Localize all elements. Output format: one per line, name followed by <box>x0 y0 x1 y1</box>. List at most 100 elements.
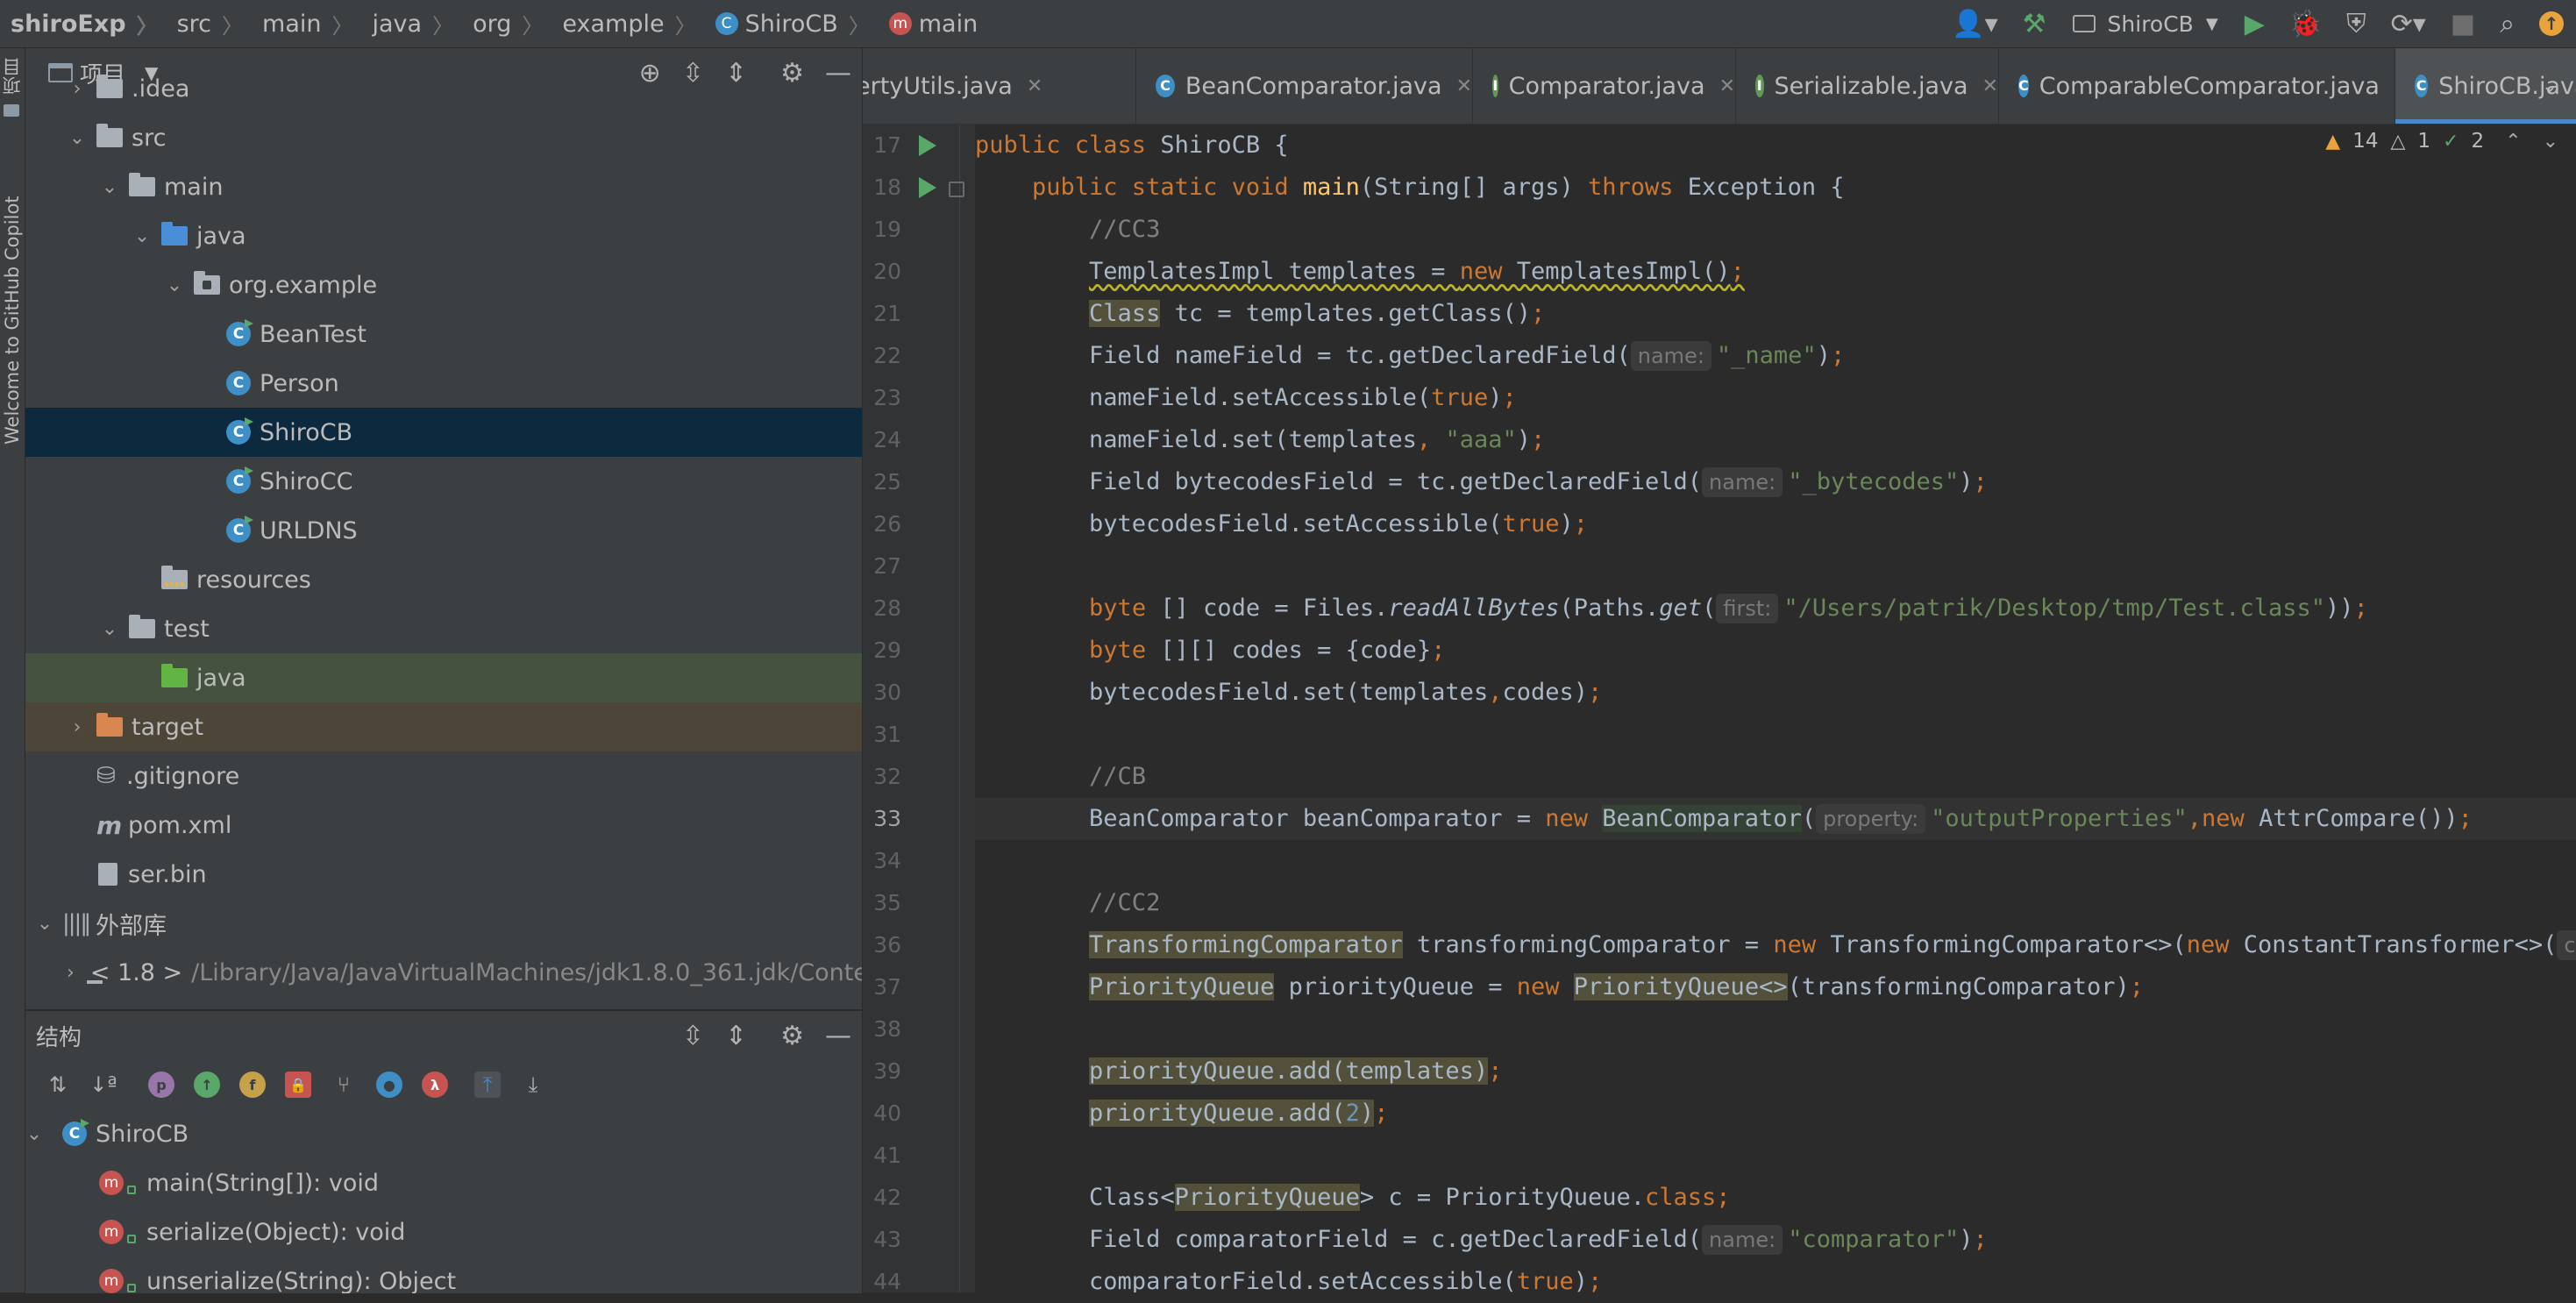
tree-item[interactable]: ›resources <box>25 555 862 604</box>
show-inherited-icon[interactable]: ↑ <box>194 1072 220 1098</box>
lambda-icon[interactable]: λ <box>422 1072 448 1098</box>
tree-item[interactable]: › < 1.8 > /Library/Java/JavaVirtualMachine… <box>25 948 862 997</box>
code-token: new <box>1773 931 1831 958</box>
sort-by-type-icon[interactable]: ⇅ <box>45 1072 71 1098</box>
show-non-public-icon[interactable]: 🔒 <box>285 1072 311 1098</box>
tree-item[interactable]: › target <box>25 702 862 751</box>
tree-item[interactable]: ›java <box>25 653 862 702</box>
show-fields-icon[interactable]: f <box>239 1072 266 1098</box>
run-configuration-select[interactable]: ShiroCB ▼ <box>2059 11 2232 37</box>
chevron-right-icon[interactable]: › <box>67 78 88 100</box>
code-token: PriorityQueue <box>1089 973 1275 1000</box>
breadcrumb-item[interactable]: example 〉 <box>550 0 702 47</box>
copilot-tool-tab[interactable]: Welcome to GitHub Copilot <box>0 136 25 504</box>
main-toolbar: 👤▾ ⚒ ShiroCB ▼ ▶ 🐞 ⛨ ⟳▾ ■ ⌕ ↑ <box>1939 0 2576 47</box>
stop-icon[interactable]: ■ <box>2438 0 2487 47</box>
minimize-icon[interactable]: — <box>815 1012 862 1059</box>
expand-all-icon[interactable]: ⇳ <box>672 1012 715 1059</box>
structure-member[interactable]: m unserialize(String): Object <box>25 1257 862 1293</box>
run-gutter-icon[interactable] <box>919 135 936 156</box>
editor-tab[interactable]: I Comparator.java ✕ <box>1473 48 1736 124</box>
chevron-down-icon[interactable]: ⌄ <box>164 274 185 296</box>
chevron-down-icon[interactable]: ⌄ <box>2523 48 2576 124</box>
structure-member[interactable]: m serialize(Object): void <box>25 1207 862 1257</box>
structure-member[interactable]: m main(String[]): void <box>25 1158 862 1207</box>
search-icon[interactable]: ⌕ <box>2487 0 2527 47</box>
tree-item[interactable]: ⌄ test <box>25 604 862 653</box>
tree-item[interactable]: ⌄ src <box>25 113 862 162</box>
tree-item[interactable]: ⌄ org.example <box>25 260 862 310</box>
close-icon[interactable]: ✕ <box>1456 75 1472 97</box>
structure-toolbar: ⇳ ⇕ ⚙ — <box>672 1011 862 1060</box>
run-gutter-icon[interactable] <box>919 177 936 198</box>
close-icon[interactable]: ✕ <box>1719 75 1735 97</box>
autoscroll-to-source-icon[interactable]: ⤒ <box>474 1072 501 1098</box>
close-icon[interactable]: ✕ <box>1982 75 1998 97</box>
update-icon[interactable]: ↑ <box>2527 0 2576 47</box>
code-token: ; <box>1588 679 1603 706</box>
coverage-icon[interactable]: ⛨ <box>2334 0 2379 47</box>
chevron-down-icon[interactable]: ⌄ <box>34 913 55 935</box>
warning-icon: ▲ <box>2325 130 2341 153</box>
breadcrumb-item[interactable]: C ShiroCB 〉 <box>703 0 877 47</box>
tree-item[interactable]: ›CShiroCC <box>25 457 862 506</box>
tree-item[interactable]: ›CShiroCB <box>25 408 862 457</box>
breadcrumb-item[interactable]: m main <box>877 0 985 47</box>
build-hammer-icon[interactable]: ⚒ <box>2010 0 2059 47</box>
chevron-down-icon[interactable]: ⌄ <box>132 225 153 247</box>
tree-item[interactable]: › .idea <box>25 64 862 113</box>
tree-item[interactable]: ⌄ java <box>25 211 862 260</box>
code-editor[interactable]: public class ShiroCB { public static voi… <box>975 125 2576 1292</box>
debug-icon[interactable]: 🐞 <box>2277 0 2334 47</box>
close-icon[interactable]: ✕ <box>1027 75 1042 97</box>
tree-item[interactable]: ›CPerson <box>25 359 862 408</box>
chevron-down-icon[interactable]: ⌄ <box>67 127 88 149</box>
tree-item[interactable]: ⌄ |||‖ 外部库 <box>25 899 862 948</box>
show-lambdas-icon[interactable]: ● <box>376 1072 402 1098</box>
tree-item[interactable]: ›mpom.xml <box>25 801 862 850</box>
inspection-widget[interactable]: ▲ 14 △ 1 ✓ 2 ⌃ ⌄ <box>2325 130 2558 153</box>
tree-item[interactable]: ›CBeanTest <box>25 310 862 359</box>
previous-highlight-icon[interactable]: ⌃ <box>2505 131 2521 153</box>
collapse-all-icon[interactable]: ⇕ <box>715 1012 758 1059</box>
tree-item[interactable]: ⌄ main <box>25 162 862 211</box>
chevron-right-icon[interactable]: › <box>67 716 88 738</box>
chevron-right-icon[interactable]: › <box>67 962 75 984</box>
class-icon: C <box>62 1119 89 1146</box>
breadcrumb-item[interactable]: java 〉 <box>360 0 461 47</box>
next-highlight-icon[interactable]: ⌄ <box>2543 131 2558 153</box>
breadcrumb-item[interactable]: main 〉 <box>250 0 359 47</box>
typo-check-icon: ✓ <box>2443 130 2459 153</box>
run-icon[interactable]: ▶ <box>2232 0 2277 47</box>
editor-tab-bar: ertyUtils.java ✕ C BeanComparator.java ✕ I Com… <box>863 48 2576 125</box>
breadcrumb-item[interactable]: shiroExp 〉 <box>0 0 165 47</box>
editor-tab[interactable]: I Serializable.java ✕ <box>1736 48 1999 124</box>
tree-item[interactable]: ›CURLDNS <box>25 506 862 555</box>
code-line: nameField.setAccessible(true); <box>975 377 2576 419</box>
breadcrumb-item[interactable]: src 〉 <box>165 0 250 47</box>
chevron-down-icon[interactable]: ⌄ <box>99 176 120 198</box>
code-token: ) <box>1359 1100 1375 1127</box>
profile-icon[interactable]: ⟳▾ <box>2379 0 2438 47</box>
gear-icon[interactable]: ⚙ <box>770 1012 815 1059</box>
editor-tab[interactable]: ertyUtils.java ✕ <box>863 48 1136 124</box>
user-icon[interactable]: 👤▾ <box>1939 0 2010 47</box>
sort-alphabetically-icon[interactable]: ↓ª <box>89 1072 117 1098</box>
structure-root[interactable]: ⌄ C ShiroCB <box>25 1109 862 1158</box>
autoscroll-from-source-icon[interactable]: ⤓ <box>520 1072 546 1098</box>
fold-icon[interactable] <box>949 182 964 197</box>
breadcrumb-item[interactable]: org 〉 <box>460 0 550 47</box>
chevron-down-icon[interactable]: ⌄ <box>99 618 120 640</box>
show-anonymous-icon[interactable]: ⑂ <box>331 1072 357 1098</box>
tree-item-label: .idea <box>132 75 190 103</box>
parameter-hint: name: <box>1702 1225 1783 1255</box>
project-tool-tab[interactable]: 项目 <box>0 58 25 95</box>
show-properties-icon[interactable]: p <box>148 1072 174 1098</box>
tree-item[interactable]: ›⛁.gitignore <box>25 751 862 801</box>
editor-tab[interactable]: C BeanComparator.java ✕ <box>1136 48 1473 124</box>
tree-item[interactable]: ›ser.bin <box>25 850 862 899</box>
chevron-right-icon: 〉 <box>432 13 454 39</box>
code-line: byte [] code = Files.readAllBytes(Paths.… <box>975 587 2576 630</box>
editor-tab[interactable]: CComparableComparator.java✕ <box>1999 48 2409 124</box>
